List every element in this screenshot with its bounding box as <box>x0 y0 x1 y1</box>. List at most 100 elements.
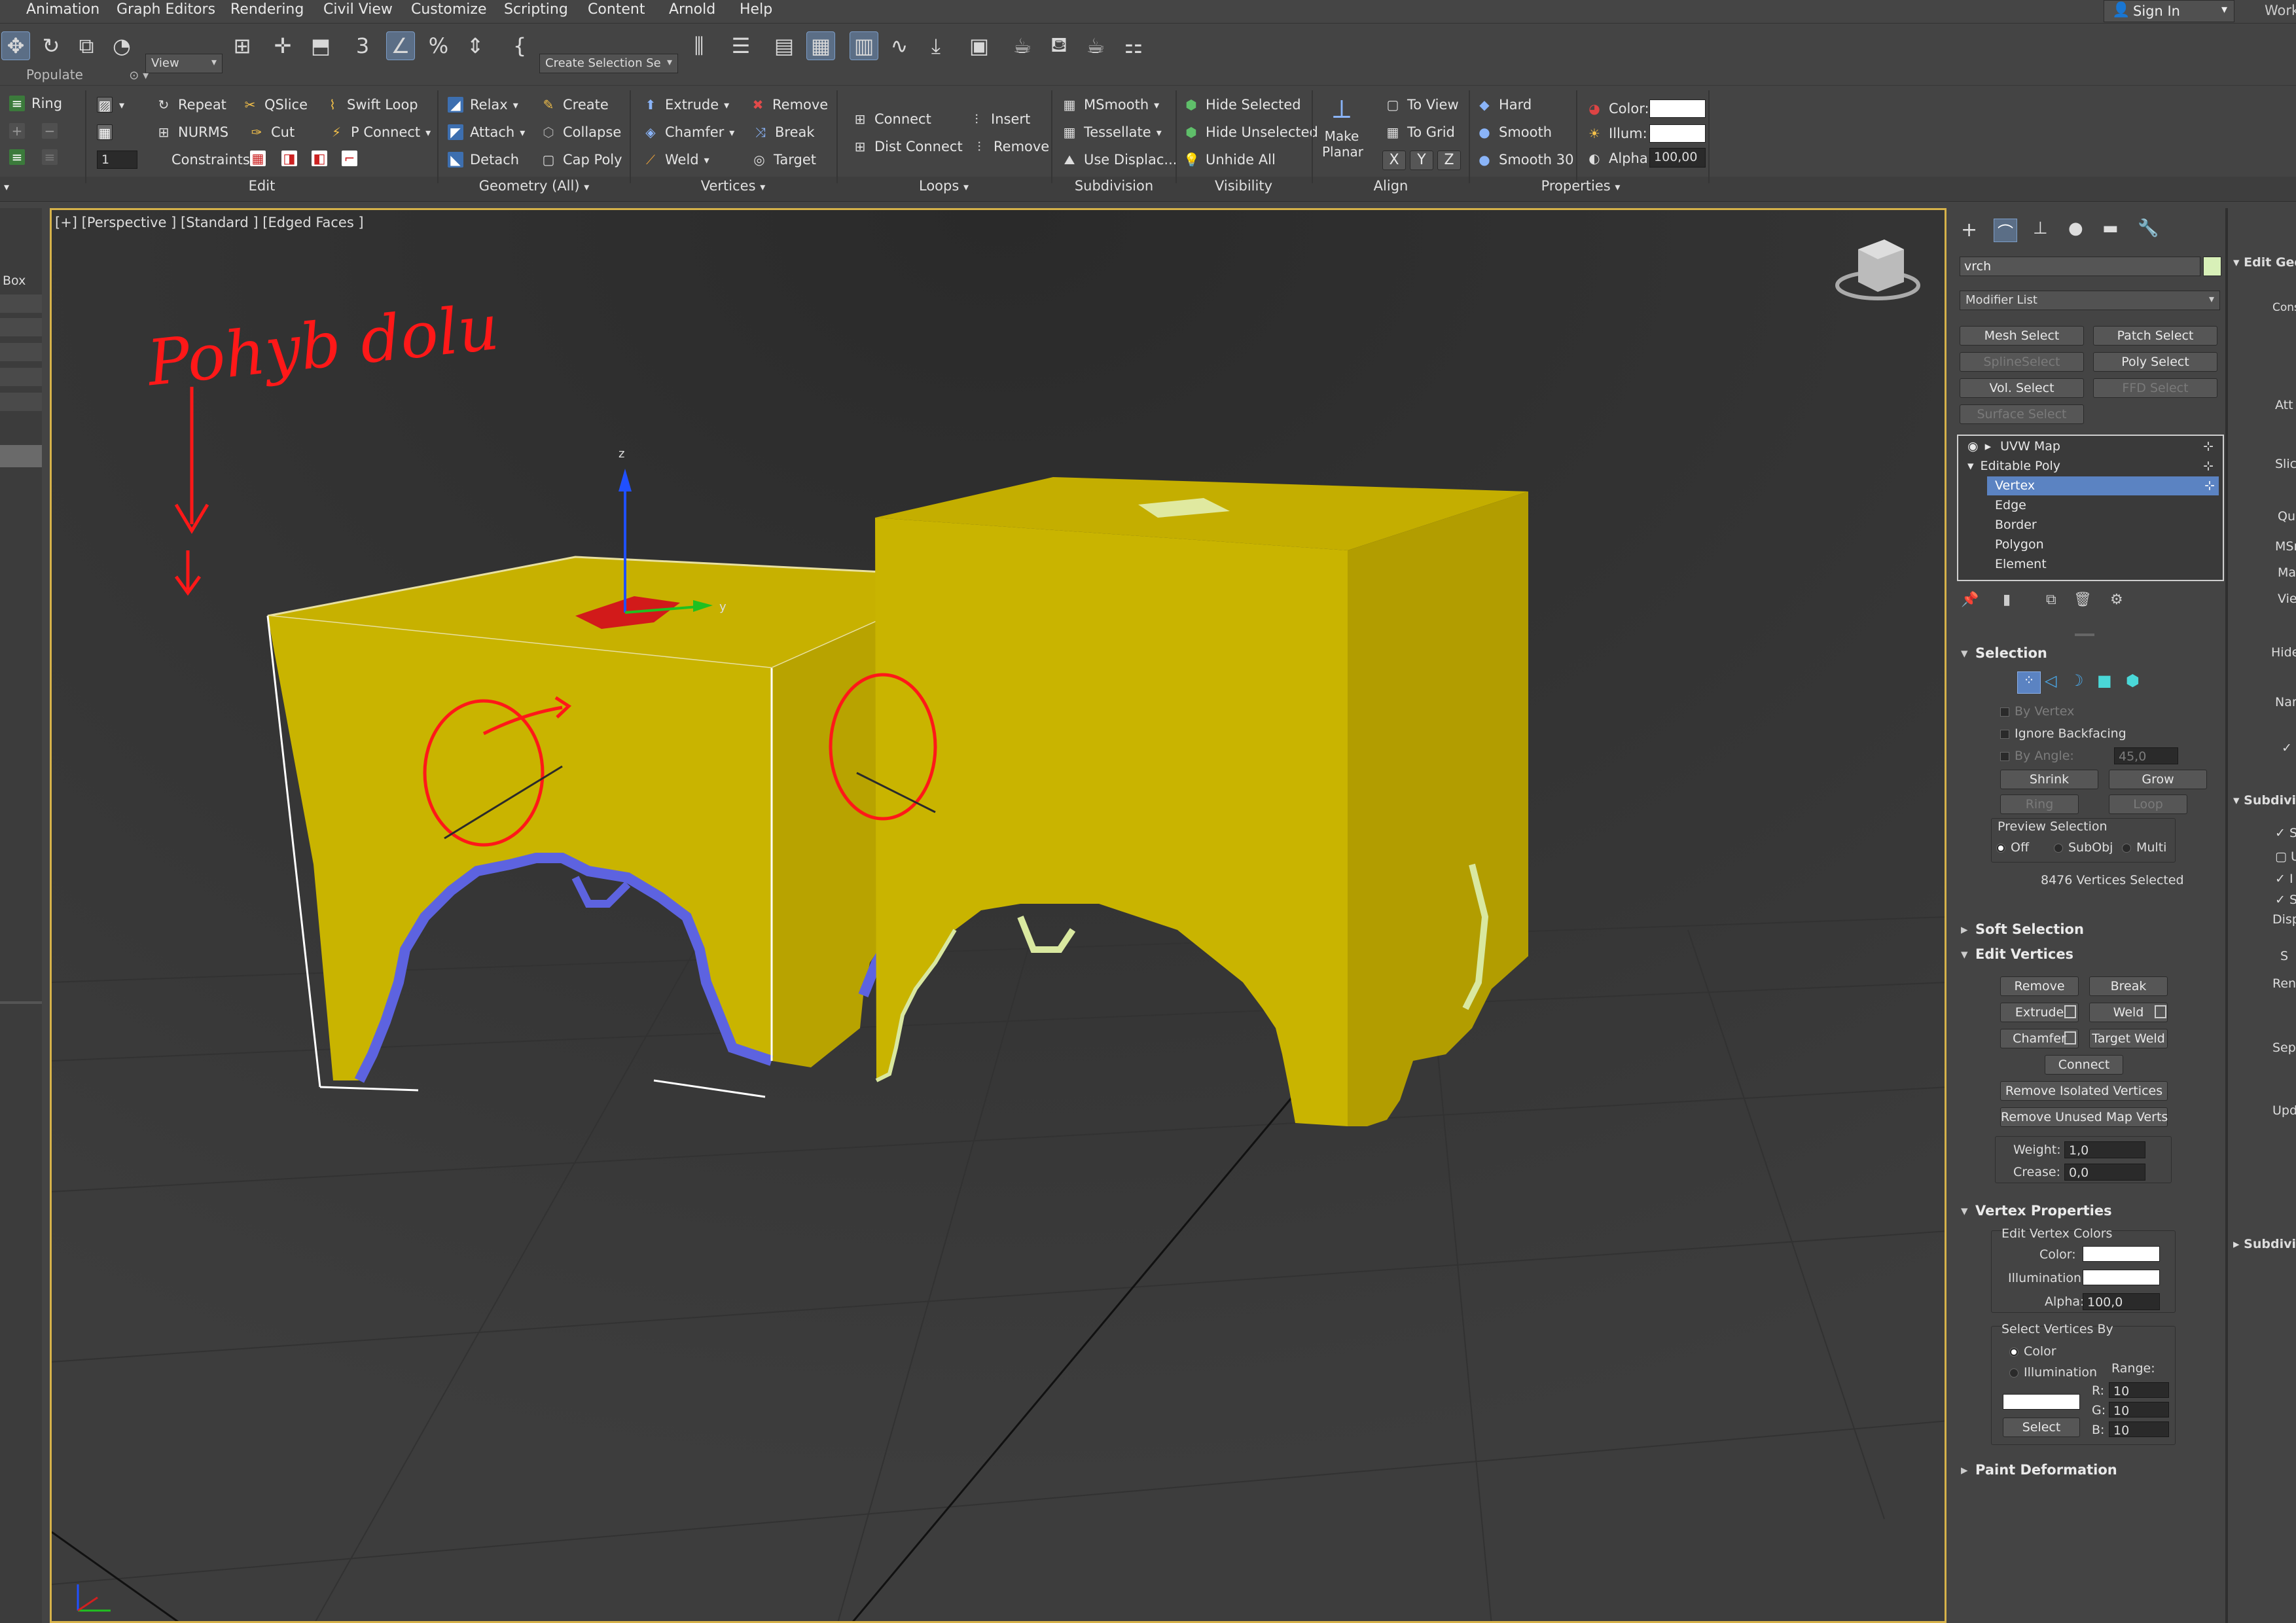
connect-button[interactable]: ⊞ Connect <box>852 111 931 127</box>
edit-geometry-header[interactable]: ▾ Edit Geo <box>2233 255 2296 270</box>
qslice-button[interactable]: ✂ QSlice <box>242 97 308 113</box>
stack-item-element[interactable]: Element <box>1995 555 2217 574</box>
spline-select-button[interactable]: SplineSelect <box>1960 352 2084 372</box>
select-place-icon[interactable]: ◔ <box>107 31 136 60</box>
snap-3d-icon[interactable]: 3 <box>348 31 377 60</box>
view-align-label[interactable]: Vie <box>2278 592 2296 606</box>
group-align-label[interactable]: Align <box>1316 178 1466 200</box>
viewport-label-menu[interactable]: [+] [Perspective ] [Standard ] [Edged Fa… <box>55 215 364 230</box>
smooth-30-button[interactable]: ● Smooth 30 <box>1477 152 1573 168</box>
shrink-loop-button[interactable]: − <box>42 123 64 139</box>
rotate-icon[interactable]: ↻ <box>37 31 65 60</box>
preview-subobj-radio[interactable]: SubObj <box>2054 840 2113 855</box>
crease-spinner[interactable]: 0,0 <box>2064 1164 2145 1181</box>
nurms-button[interactable]: ⊞ NURMS <box>156 124 229 140</box>
make-planar-button[interactable]: ⟂ Make Planar <box>1322 94 1363 173</box>
edit-vertices-rollout-header[interactable]: ▾ Edit Vertices <box>1961 946 2214 969</box>
extrude-button[interactable]: ⬆ Extrude ▾ <box>643 97 730 113</box>
extrude-settings-icon[interactable] <box>2064 1005 2076 1018</box>
align-x-button[interactable]: X <box>1382 151 1406 170</box>
menu-arnold[interactable]: Arnold <box>669 1 715 18</box>
object-color-swatch[interactable] <box>2203 257 2221 276</box>
constraint-face-button[interactable]: ◧ <box>312 151 334 166</box>
menu-graph-editors[interactable]: Graph Editors <box>117 1 215 18</box>
collapse-button[interactable]: ⬡ Collapse <box>541 124 621 140</box>
vertex-illumination-swatch[interactable] <box>2083 1270 2160 1285</box>
make-unique-icon[interactable]: ⧉ <box>2046 592 2056 608</box>
render-production-icon[interactable]: ☕ <box>1081 31 1110 60</box>
named-selection-set-dropdown[interactable]: Create Selection Se <box>539 54 678 73</box>
illum-swatch[interactable] <box>1649 124 1706 143</box>
stack-item-edge[interactable]: Edge <box>1995 496 2217 515</box>
loop-mode-alt-button[interactable]: ≡ <box>42 149 64 165</box>
ffd-select-button[interactable]: FFD Select <box>2093 378 2217 398</box>
selection-rollout-header[interactable]: ▾ Selection <box>1961 645 2214 668</box>
scale-icon[interactable]: ⧉ <box>72 31 101 60</box>
modify-tab-icon[interactable]: ⌒ <box>1994 219 2017 242</box>
group-geometry-label[interactable]: Geometry (All) ▾ <box>442 178 626 200</box>
shrink-button[interactable]: Shrink <box>2000 770 2098 789</box>
mesh-select-button[interactable]: Mesh Select <box>1960 326 2084 346</box>
connect-button[interactable]: Connect <box>2045 1055 2123 1075</box>
weld-button[interactable]: ⟋ Weld ▾ <box>643 152 709 168</box>
b-spinner[interactable]: 10 <box>2109 1421 2169 1438</box>
modifier-list-dropdown[interactable]: Modifier List <box>1960 291 2220 310</box>
isoline-display-checkbox[interactable]: ✓ I <box>2275 872 2293 886</box>
use-displacement-button[interactable]: ⛰ Use Displac... <box>1062 152 1177 168</box>
select-color-swatch[interactable] <box>2003 1394 2080 1410</box>
remove-isolated-vertices-button[interactable]: Remove Isolated Vertices <box>2000 1081 2168 1101</box>
render-iterative-icon[interactable]: ⚏ <box>1119 31 1148 60</box>
list-item[interactable] <box>0 294 42 313</box>
remove-button[interactable]: Remove <box>2000 976 2079 996</box>
align-icon[interactable]: ☰ <box>726 31 755 60</box>
break-button[interactable]: ⤨ Break <box>753 124 815 140</box>
menu-animation[interactable]: Animation <box>26 1 99 18</box>
soft-selection-rollout-header[interactable]: ▸ Soft Selection <box>1961 921 2214 944</box>
element-mode-icon[interactable]: ⬢ <box>2126 671 2140 690</box>
r-spinner[interactable]: 10 <box>2109 1382 2169 1399</box>
loop-button[interactable]: Loop <box>2109 794 2187 814</box>
collapse-arrow-icon[interactable]: ▾ <box>1967 459 1974 473</box>
list-item[interactable] <box>0 343 42 361</box>
remove-loop-button[interactable]: ⫶ Remove <box>971 139 1050 154</box>
menu-content[interactable]: Content <box>588 1 645 18</box>
keyboard-shortcut-icon[interactable]: ⬒ <box>306 31 335 60</box>
align-z-button[interactable]: Z <box>1437 151 1461 170</box>
slice-label[interactable]: Slic <box>2275 457 2296 471</box>
show-end-result-icon[interactable]: ▮ <box>2003 592 2011 608</box>
select-by-color-radio[interactable]: Color <box>2009 1344 2056 1359</box>
vertex-properties-rollout-header[interactable]: ▾ Vertex Properties <box>1961 1203 2214 1225</box>
select-by-color-button[interactable]: Select <box>2003 1418 2080 1437</box>
attach-label[interactable]: Att <box>2275 398 2293 412</box>
workspace-label[interactable]: Works <box>2265 3 2296 18</box>
object-name-field[interactable]: vrch <box>1960 257 2200 276</box>
tessellate-button[interactable]: ▦ Tessellate ▾ <box>1062 124 1162 140</box>
g-spinner[interactable]: 10 <box>2109 1402 2169 1418</box>
msmooth-button[interactable]: ▦ MSmooth ▾ <box>1062 97 1160 113</box>
group-visibility-label[interactable]: Visibility <box>1178 178 1309 200</box>
vertex-alpha-spinner[interactable]: 100,0 <box>2083 1293 2160 1310</box>
grow-button[interactable]: Grow <box>2109 770 2207 789</box>
use-nurms-checkbox[interactable]: ▢ U <box>2275 849 2296 864</box>
ring-button[interactable]: ≡ Ring <box>9 96 62 111</box>
p-connect-button[interactable]: ⚡ P Connect ▾ <box>329 124 431 140</box>
target-weld-button[interactable]: ◎ Target <box>751 152 816 168</box>
select-manipulate-icon[interactable]: ✛ <box>268 31 297 60</box>
hide-selected-button[interactable]: ⬢ Hide Selected <box>1183 97 1300 113</box>
preview-multi-radio[interactable]: Multi <box>2122 840 2166 855</box>
constraint-none-button[interactable]: ▦ <box>250 151 272 166</box>
patch-select-button[interactable]: Patch Select <box>2093 326 2217 346</box>
smooth-button[interactable]: ● Smooth <box>1477 124 1552 140</box>
group-subdivision-label[interactable]: Subdivision <box>1055 178 1173 200</box>
subdivision-displacement-header[interactable]: ▸ Subdivi <box>2233 1237 2296 1251</box>
rendered-frame-icon[interactable]: ⛾ <box>1045 31 1073 60</box>
to-view-button[interactable]: ▢ To View <box>1385 97 1459 113</box>
render-setup-icon[interactable]: ☕ <box>1008 31 1037 60</box>
pivot-icon[interactable]: ⊞ <box>228 31 257 60</box>
group-vertices-label[interactable]: Vertices ▾ <box>635 178 831 200</box>
vol-select-button[interactable]: Vol. Select <box>1960 378 2084 398</box>
list-item[interactable] <box>0 318 42 336</box>
hard-button[interactable]: ◆ Hard <box>1477 97 1532 113</box>
insert-loop-button[interactable]: ⫶ Insert <box>969 111 1031 127</box>
remove-unused-map-verts-button[interactable]: Remove Unused Map Verts <box>2000 1107 2168 1127</box>
